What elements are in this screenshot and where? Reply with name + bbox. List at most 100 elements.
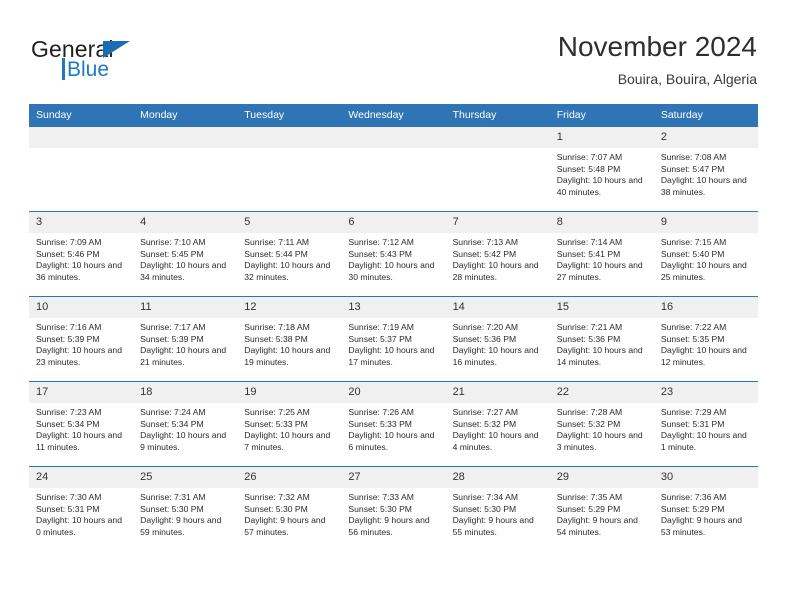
day-details: Sunrise: 7:32 AM Sunset: 5:30 PM Daylight:… <box>237 488 341 538</box>
day-details: Sunrise: 7:11 AM Sunset: 5:44 PM Daylight:… <box>237 233 341 283</box>
day-cell-inner: 6 Sunrise: 7:12 AM Sunset: 5:43 PM Daylight… <box>341 212 446 296</box>
sunrise-text: Sunrise: 7:11 AM <box>244 237 310 247</box>
day-cell-inner: 23 Sunrise: 7:29 AM Sunset: 5:31 PM Dayligh… <box>653 382 758 466</box>
day-cell-inner: 14 Sunrise: 7:20 AM Sunset: 5:36 PM Dayligh… <box>445 297 550 381</box>
sunrise-text: Sunrise: 7:28 AM <box>556 407 623 417</box>
day-cell-inner: 5 Sunrise: 7:11 AM Sunset: 5:44 PM Daylight… <box>237 212 342 296</box>
day-number: 25 <box>133 467 238 488</box>
calendar-day-cell[interactable]: 26 Sunrise: 7:32 AM Sunset: 5:30 PM Dayligh… <box>237 466 342 551</box>
day-number: 6 <box>341 212 446 233</box>
weekday-header-friday: Friday <box>549 104 654 127</box>
daylight-text: Daylight: 10 hours and 9 minutes. <box>140 430 227 452</box>
day-number: 7 <box>445 212 550 233</box>
sunrise-text: Sunrise: 7:16 AM <box>36 322 102 332</box>
day-cell-inner: 3 Sunrise: 7:09 AM Sunset: 5:46 PM Daylight… <box>29 212 134 296</box>
calendar-day-cell[interactable]: 15 Sunrise: 7:21 AM Sunset: 5:36 PM Dayligh… <box>549 296 654 382</box>
calendar-day-cell[interactable]: 9 Sunrise: 7:15 AM Sunset: 5:40 PM Daylight… <box>653 211 758 297</box>
daylight-text: Daylight: 10 hours and 6 minutes. <box>348 430 435 452</box>
day-details: Sunrise: 7:15 AM Sunset: 5:40 PM Daylight:… <box>654 233 758 283</box>
sunset-text: Sunset: 5:29 PM <box>660 503 725 514</box>
calendar-week-row: 3 Sunrise: 7:09 AM Sunset: 5:46 PM Daylight… <box>29 211 758 297</box>
sunset-text: Sunset: 5:36 PM <box>452 333 517 344</box>
day-cell-inner <box>237 127 342 211</box>
daylight-text: Daylight: 10 hours and 4 minutes. <box>452 430 539 452</box>
calendar-day-cell[interactable]: 10 Sunrise: 7:16 AM Sunset: 5:39 PM Dayligh… <box>29 296 134 382</box>
sunrise-text: Sunrise: 7:19 AM <box>348 322 414 332</box>
sunset-text: Sunset: 5:48 PM <box>556 163 621 174</box>
sunset-text: Sunset: 5:30 PM <box>348 503 412 514</box>
day-number <box>341 127 446 148</box>
sunrise-text: Sunrise: 7:33 AM <box>348 492 414 502</box>
calendar-day-cell[interactable]: 12 Sunrise: 7:18 AM Sunset: 5:38 PM Dayligh… <box>237 296 342 382</box>
sunset-text: Sunset: 5:33 PM <box>244 418 308 429</box>
page-title: November 2024 <box>557 31 757 62</box>
day-number: 3 <box>29 212 134 233</box>
calendar-day-cell[interactable]: 21 Sunrise: 7:27 AM Sunset: 5:32 PM Dayligh… <box>445 381 550 467</box>
day-cell-inner: 4 Sunrise: 7:10 AM Sunset: 5:45 PM Daylight… <box>133 212 238 296</box>
location-subtitle: Bouira, Bouira, Algeria <box>617 71 757 87</box>
sunset-text: Sunset: 5:34 PM <box>36 418 100 429</box>
daylight-text: Daylight: 10 hours and 7 minutes. <box>244 430 331 452</box>
calendar-day-cell[interactable]: 23 Sunrise: 7:29 AM Sunset: 5:31 PM Dayligh… <box>653 381 758 467</box>
day-number: 8 <box>549 212 654 233</box>
calendar-day-cell[interactable]: 17 Sunrise: 7:23 AM Sunset: 5:34 PM Dayligh… <box>29 381 134 467</box>
day-number: 1 <box>549 127 654 148</box>
weekday-header-sunday: Sunday <box>29 104 134 127</box>
calendar-day-cell[interactable]: 29 Sunrise: 7:35 AM Sunset: 5:29 PM Dayligh… <box>549 466 654 551</box>
day-cell-inner: 26 Sunrise: 7:32 AM Sunset: 5:30 PM Dayligh… <box>237 467 342 551</box>
calendar-day-cell[interactable]: 1 Sunrise: 7:07 AM Sunset: 5:48 PM Daylight… <box>549 126 654 212</box>
calendar-day-cell[interactable]: 11 Sunrise: 7:17 AM Sunset: 5:39 PM Dayligh… <box>133 296 238 382</box>
day-details: Sunrise: 7:33 AM Sunset: 5:30 PM Daylight:… <box>341 488 445 538</box>
sunrise-text: Sunrise: 7:24 AM <box>140 407 206 417</box>
daylight-text: Daylight: 10 hours and 16 minutes. <box>452 345 539 367</box>
day-details: Sunrise: 7:23 AM Sunset: 5:34 PM Daylight:… <box>29 403 133 453</box>
day-details: Sunrise: 7:20 AM Sunset: 5:36 PM Daylight:… <box>446 318 550 368</box>
calendar-empty-cell <box>133 126 238 212</box>
calendar-day-cell[interactable]: 25 Sunrise: 7:31 AM Sunset: 5:30 PM Dayligh… <box>133 466 238 551</box>
calendar-day-cell[interactable]: 27 Sunrise: 7:33 AM Sunset: 5:30 PM Dayligh… <box>341 466 446 551</box>
calendar-day-cell[interactable]: 14 Sunrise: 7:20 AM Sunset: 5:36 PM Dayligh… <box>445 296 550 382</box>
sunset-text: Sunset: 5:34 PM <box>140 418 204 429</box>
sunset-text: Sunset: 5:47 PM <box>660 163 725 174</box>
calendar-day-cell[interactable]: 8 Sunrise: 7:14 AM Sunset: 5:41 PM Daylight… <box>549 211 654 297</box>
day-number: 27 <box>341 467 446 488</box>
calendar-day-cell[interactable]: 13 Sunrise: 7:19 AM Sunset: 5:37 PM Dayligh… <box>341 296 446 382</box>
day-cell-inner: 10 Sunrise: 7:16 AM Sunset: 5:39 PM Dayligh… <box>29 297 134 381</box>
calendar-day-cell[interactable]: 5 Sunrise: 7:11 AM Sunset: 5:44 PM Daylight… <box>237 211 342 297</box>
calendar-week-row: 17 Sunrise: 7:23 AM Sunset: 5:34 PM Dayligh… <box>29 381 758 467</box>
day-details: Sunrise: 7:27 AM Sunset: 5:32 PM Daylight:… <box>446 403 550 453</box>
calendar-day-cell[interactable]: 6 Sunrise: 7:12 AM Sunset: 5:43 PM Daylight… <box>341 211 446 297</box>
sunset-text: Sunset: 5:44 PM <box>244 248 308 259</box>
logo-blue-bar <box>62 58 65 80</box>
calendar-day-cell[interactable]: 24 Sunrise: 7:30 AM Sunset: 5:31 PM Dayligh… <box>29 466 134 551</box>
day-cell-inner: 16 Sunrise: 7:22 AM Sunset: 5:35 PM Dayligh… <box>653 297 758 381</box>
day-number: 12 <box>237 297 342 318</box>
daylight-text: Daylight: 10 hours and 32 minutes. <box>244 260 331 282</box>
sunset-text: Sunset: 5:35 PM <box>660 333 725 344</box>
calendar-day-cell[interactable]: 22 Sunrise: 7:28 AM Sunset: 5:32 PM Dayligh… <box>549 381 654 467</box>
calendar-day-cell[interactable]: 16 Sunrise: 7:22 AM Sunset: 5:35 PM Dayligh… <box>653 296 758 382</box>
sunset-text: Sunset: 5:32 PM <box>556 418 621 429</box>
calendar-day-cell[interactable]: 18 Sunrise: 7:24 AM Sunset: 5:34 PM Dayligh… <box>133 381 238 467</box>
calendar-day-cell[interactable]: 19 Sunrise: 7:25 AM Sunset: 5:33 PM Dayligh… <box>237 381 342 467</box>
calendar-day-cell[interactable]: 7 Sunrise: 7:13 AM Sunset: 5:42 PM Daylight… <box>445 211 550 297</box>
calendar-day-cell[interactable]: 3 Sunrise: 7:09 AM Sunset: 5:46 PM Daylight… <box>29 211 134 297</box>
calendar-day-cell[interactable]: 28 Sunrise: 7:34 AM Sunset: 5:30 PM Dayligh… <box>445 466 550 551</box>
calendar-day-cell[interactable]: 20 Sunrise: 7:26 AM Sunset: 5:33 PM Dayligh… <box>341 381 446 467</box>
day-number: 2 <box>653 127 758 148</box>
calendar-empty-cell <box>29 126 134 212</box>
day-details: Sunrise: 7:19 AM Sunset: 5:37 PM Daylight:… <box>341 318 445 368</box>
daylight-text: Daylight: 9 hours and 53 minutes. <box>660 515 743 537</box>
calendar-day-cell[interactable]: 2 Sunrise: 7:08 AM Sunset: 5:47 PM Daylight… <box>653 126 758 212</box>
day-details: Sunrise: 7:26 AM Sunset: 5:33 PM Daylight:… <box>341 403 445 453</box>
daylight-text: Daylight: 10 hours and 36 minutes. <box>36 260 122 282</box>
day-cell-inner <box>29 127 134 211</box>
day-details: Sunrise: 7:17 AM Sunset: 5:39 PM Daylight:… <box>133 318 237 368</box>
general-blue-logo[interactable]: General Blue <box>31 36 231 88</box>
sunrise-text: Sunrise: 7:14 AM <box>556 237 623 247</box>
logo-flag-icon <box>103 41 130 58</box>
calendar-day-cell[interactable]: 4 Sunrise: 7:10 AM Sunset: 5:45 PM Daylight… <box>133 211 238 297</box>
calendar-day-cell[interactable]: 30 Sunrise: 7:36 AM Sunset: 5:29 PM Dayligh… <box>653 466 758 551</box>
day-number <box>445 127 550 148</box>
daylight-text: Daylight: 9 hours and 59 minutes. <box>140 515 222 537</box>
